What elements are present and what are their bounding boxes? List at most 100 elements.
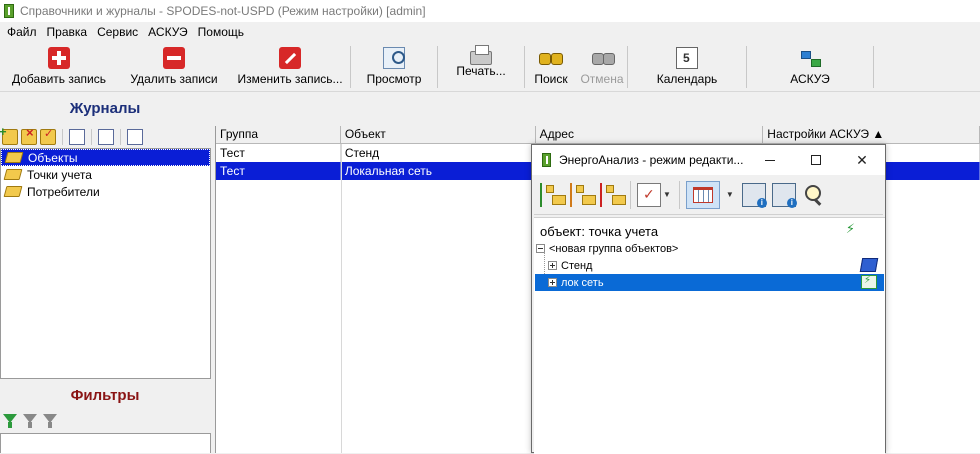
journal-item-consumers[interactable]: Потребители: [1, 183, 210, 200]
cell-object: Стенд: [341, 144, 536, 162]
move-node-icon[interactable]: [570, 182, 596, 207]
checklist-icon[interactable]: [637, 182, 661, 207]
journal-item-label: Точки учета: [27, 167, 92, 182]
meter-info-icon[interactable]: [741, 182, 767, 208]
askue-button[interactable]: АСКУЭ: [747, 42, 873, 92]
binoculars-icon: [538, 47, 564, 69]
view-button[interactable]: Просмотр: [351, 42, 437, 92]
menu-file[interactable]: Файл: [2, 25, 42, 39]
energy-analysis-dialog: ЭнергоАнализ - режим редакти... ✕ ▼ ▼ об…: [531, 144, 886, 454]
maximize-icon: [811, 155, 821, 165]
column-header-object[interactable]: Объект: [341, 126, 536, 143]
object-type-label: объект: точка учета: [540, 224, 659, 239]
toolbar-separator: [91, 129, 92, 145]
tree-root-node[interactable]: <новая группа объектов>: [536, 240, 678, 257]
menu-edit[interactable]: Правка: [42, 25, 93, 39]
journal-item-objects[interactable]: Объекты: [1, 149, 210, 166]
meters-info-icon[interactable]: [771, 182, 797, 208]
clipboard-icon[interactable]: [127, 129, 143, 145]
delete-icon: [163, 47, 185, 69]
search-button[interactable]: Поиск: [525, 42, 577, 92]
binoculars-disabled-icon: [591, 47, 615, 69]
app-icon: [542, 153, 551, 167]
print-button[interactable]: Печать...: [438, 42, 524, 92]
add-icon: [48, 47, 70, 69]
filters-header: Фильтры: [70, 386, 140, 404]
toolbar-separator: [120, 129, 121, 145]
add-record-button[interactable]: Добавить запись: [0, 42, 118, 92]
grid-header: Группа Объект Адрес Настройки АСКУЭ ▲: [216, 126, 980, 144]
delete-folder-icon[interactable]: [21, 125, 37, 145]
main-toolbar: Добавить запись Удалить записи Изменить …: [0, 42, 980, 92]
app-icon: [4, 4, 14, 18]
objects-tree: объект: точка учета ⚡ <новая группа объе…: [534, 217, 885, 454]
tree-node-stand[interactable]: Стенд: [548, 257, 592, 274]
lightning-icon: ⚡: [845, 221, 855, 236]
dialog-title: ЭнергоАнализ - режим редакти...: [559, 153, 744, 167]
menu-service[interactable]: Сервис: [92, 25, 143, 39]
cancel-search-button[interactable]: Отмена: [577, 42, 627, 92]
expand-icon[interactable]: [548, 261, 557, 270]
edit-record-label: Изменить запись...: [237, 72, 343, 86]
filters-list: [0, 433, 211, 453]
filters-toolbar: [0, 410, 210, 432]
window-titlebar: Справочники и журналы - SPODES-not-USPD …: [0, 0, 980, 22]
expand-icon[interactable]: [548, 278, 557, 287]
tree-root-label: <новая группа объектов>: [549, 242, 679, 255]
edit-filter-icon[interactable]: [43, 414, 57, 428]
calendar-label: Календарь: [656, 72, 718, 86]
cell-group: Тест: [216, 144, 341, 162]
clear-filter-icon[interactable]: [23, 414, 37, 428]
folder-icon: [3, 169, 23, 180]
journals-toolbar: [0, 124, 210, 148]
delete-records-button[interactable]: Удалить записи: [118, 42, 230, 92]
tree-node-label: Стенд: [561, 259, 593, 272]
dropdown-arrow-icon[interactable]: ▼: [663, 190, 671, 199]
menu-askue[interactable]: АСКУЭ: [143, 25, 193, 39]
delete-records-label: Удалить записи: [130, 72, 218, 86]
journals-header: Журналы: [69, 99, 141, 117]
window-title: Справочники и журналы - SPODES-not-USPD …: [20, 4, 426, 18]
column-header-address[interactable]: Адрес: [536, 126, 764, 143]
add-folder-icon[interactable]: [0, 124, 18, 145]
close-button[interactable]: ✕: [839, 145, 885, 175]
menu-bar: Файл Правка Сервис АСКУЭ Помощь: [0, 22, 980, 42]
journal-item-metering-points[interactable]: Точки учета: [1, 166, 210, 183]
column-header-group[interactable]: Группа: [216, 126, 341, 143]
magnifier-icon[interactable]: [802, 183, 826, 207]
cell-object: Локальная сеть: [341, 162, 536, 180]
edit-icon: [279, 47, 301, 69]
column-header-askue-settings[interactable]: Настройки АСКУЭ ▲: [763, 126, 980, 143]
edit-record-button[interactable]: Изменить запись...: [230, 42, 350, 92]
check-folder-icon[interactable]: [40, 127, 56, 145]
dialog-toolbar: ▼ ▼: [534, 175, 883, 215]
close-icon: ✕: [856, 151, 868, 168]
tree-node-lok-set[interactable]: лок сеть: [535, 274, 884, 291]
printer-icon: [470, 45, 492, 65]
dropdown-arrow-icon[interactable]: ▼: [726, 190, 734, 199]
calendar-button[interactable]: Календарь: [628, 42, 746, 92]
calendar-icon: [676, 47, 698, 69]
cell-group: Тест: [216, 162, 341, 180]
document-list-icon[interactable]: [69, 129, 85, 145]
minimize-button[interactable]: [747, 145, 793, 175]
askue-label: АСКУЭ: [790, 72, 830, 86]
document-icon[interactable]: [98, 129, 114, 145]
maximize-button[interactable]: [793, 145, 839, 175]
apply-filter-icon[interactable]: [3, 414, 17, 428]
delete-node-icon[interactable]: [600, 182, 626, 207]
dialog-titlebar[interactable]: ЭнергоАнализ - режим редакти... ✕: [532, 145, 885, 175]
toolbar-separator: [873, 46, 874, 88]
preview-icon: [383, 47, 405, 69]
folder-icon: [4, 152, 24, 163]
toolbar-separator: [678, 180, 680, 209]
table-view-button[interactable]: [685, 180, 720, 209]
tree-node-label: лок сеть: [561, 276, 604, 289]
device-icon: [859, 258, 879, 272]
journals-tree: Объекты Точки учета Потребители: [0, 148, 211, 379]
search-label: Поиск: [534, 72, 568, 86]
folder-icon: [3, 186, 23, 197]
add-node-icon[interactable]: [540, 182, 566, 207]
menu-help[interactable]: Помощь: [193, 25, 249, 39]
print-label: Печать...: [456, 64, 506, 78]
